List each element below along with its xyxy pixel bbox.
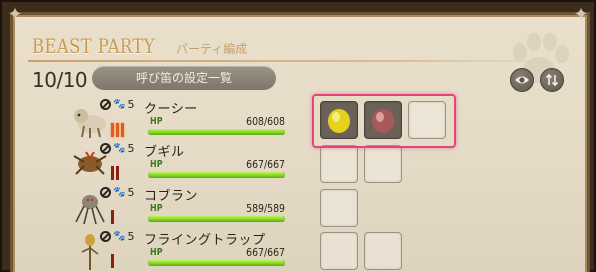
level-value: 5 [127, 230, 135, 243]
ban-icon [100, 231, 111, 242]
hp-bar-fill [148, 129, 285, 135]
selection-highlight [312, 94, 456, 148]
hp-value: 608/608 [246, 115, 285, 128]
feed-slot-empty[interactable] [320, 232, 358, 270]
party-member-row[interactable]: 🐾 5 ブギル HP 667/667 [0, 140, 596, 184]
paw-icon: 🐾 [113, 231, 126, 242]
feed-slot-empty[interactable] [320, 189, 358, 227]
hp-bar [148, 216, 285, 222]
paw-icon: 🐾 [113, 187, 126, 198]
paw-icon: 🐾 [113, 99, 126, 110]
level-indicator: 🐾 5 [100, 98, 134, 111]
member-name: クーシー [144, 102, 198, 117]
ban-icon [100, 99, 111, 110]
hp-bar-fill [148, 172, 285, 178]
hp-value: 667/667 [246, 246, 285, 259]
feed-slot-empty[interactable] [364, 232, 402, 270]
hp-label: HP [150, 159, 163, 170]
feed-slot-empty[interactable] [320, 145, 358, 183]
hp-bar [148, 129, 285, 135]
whistle-settings-button[interactable]: 呼び笛の設定一覧 [92, 66, 276, 90]
level-value: 5 [127, 186, 135, 199]
sort-button[interactable] [540, 68, 564, 92]
rank-bars [111, 254, 114, 268]
member-name: コブラン [144, 189, 199, 204]
hp-bar-fill [148, 216, 285, 222]
page-title: BEAST PARTY パーティ編成 [32, 34, 247, 58]
hp-label: HP [150, 247, 163, 258]
hp-value: 667/667 [246, 158, 285, 171]
level-indicator: 🐾 5 [100, 186, 134, 199]
hp-bar [148, 260, 285, 266]
level-indicator: 🐾 5 [100, 230, 134, 243]
rank-bars [111, 166, 119, 180]
party-member-row[interactable]: 🐾 5 クーシー HP 608/608 [0, 96, 596, 140]
level-indicator: 🐾 5 [100, 142, 134, 155]
hp-bar [148, 172, 285, 178]
rank-bars [111, 210, 114, 224]
ban-icon [100, 187, 111, 198]
sort-icon [545, 73, 559, 87]
party-member-row[interactable]: 🐾 5 フライングトラップ HP 667/667 [0, 228, 596, 272]
title-japanese: パーティ編成 [175, 42, 248, 56]
ban-icon [100, 143, 111, 154]
party-member-row[interactable]: 🐾 5 コブラン HP 589/589 [0, 184, 596, 228]
title-english: BEAST PARTY [32, 34, 155, 58]
level-value: 5 [127, 98, 135, 111]
hp-bar-fill [148, 260, 285, 266]
hp-label: HP [150, 203, 163, 214]
title-divider [28, 60, 558, 62]
member-name: ブギル [144, 145, 185, 160]
party-count: 10/10 [32, 68, 88, 92]
paw-icon: 🐾 [113, 143, 126, 154]
feed-slot-empty[interactable] [364, 145, 402, 183]
hp-value: 589/589 [246, 202, 285, 215]
level-value: 5 [127, 142, 135, 155]
corner-ornament-icon: ✦ [7, 4, 23, 25]
rank-bars [111, 123, 124, 137]
eye-icon [515, 76, 529, 84]
corner-ornament-icon: ✦ [573, 4, 589, 25]
view-button[interactable] [510, 68, 534, 92]
hp-label: HP [150, 116, 163, 127]
